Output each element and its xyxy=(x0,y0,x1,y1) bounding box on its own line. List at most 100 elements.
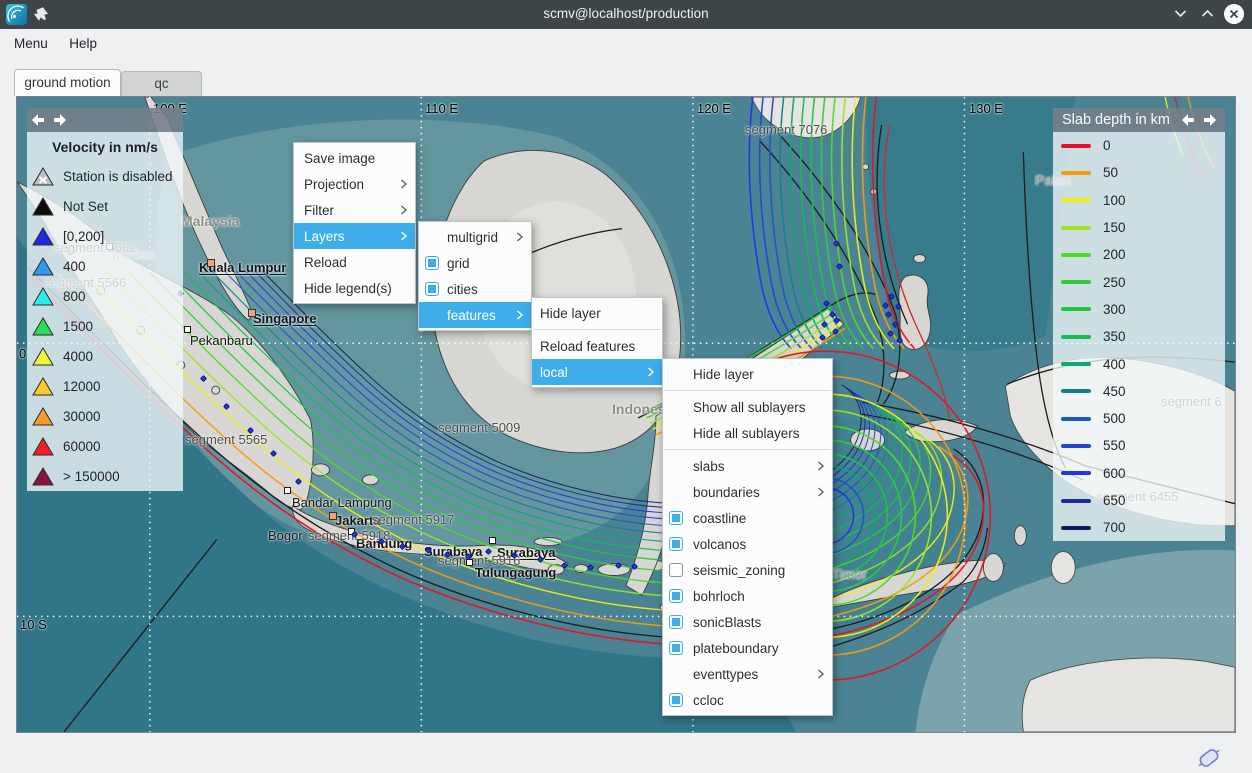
graticule-label-130-e: 130 E xyxy=(969,101,1003,116)
slab-legend-item-250: 250 xyxy=(1053,268,1225,295)
triangle-icon xyxy=(32,167,54,186)
checkbox-icon-checked xyxy=(669,589,683,603)
triangle-icon xyxy=(32,437,54,456)
menu-item-boundaries[interactable]: boundaries xyxy=(663,479,832,505)
station-marker[interactable] xyxy=(489,537,496,544)
station-marker-highlight[interactable] xyxy=(329,512,337,520)
menu-item-hide-layer[interactable]: Hide layer xyxy=(532,300,662,326)
menu-item-features[interactable]: features xyxy=(419,302,531,328)
color-line-icon xyxy=(1061,362,1091,366)
map-label-segment-5565: segment 5565 xyxy=(185,432,267,447)
triangle-icon xyxy=(32,377,54,396)
context-menu-local: Hide layer Show all sublayersHide all sub… xyxy=(662,358,833,716)
volcano-marker xyxy=(885,311,892,318)
velocity-legend-item-station-is-disabled: Station is disabled xyxy=(27,161,183,191)
checkbox-grid[interactable]: grid xyxy=(419,250,531,276)
volcano-marker xyxy=(833,317,840,324)
volcano-marker xyxy=(833,240,840,247)
map-label-segment-5917: segment 5917 xyxy=(372,512,454,527)
menu-separator xyxy=(664,449,831,450)
slab-legend-item-350: 350 xyxy=(1053,323,1225,350)
map-label-bandar-lampung: Bandar Lampung xyxy=(292,495,392,510)
map-label-singapore: Singapore xyxy=(253,311,317,326)
map-tool-icon[interactable] xyxy=(1194,744,1224,772)
checkbox-coastline[interactable]: coastline xyxy=(663,505,832,531)
checkbox-icon-checked xyxy=(669,693,683,707)
menu-item-save-image[interactable]: Save image xyxy=(294,145,415,171)
station-marker[interactable] xyxy=(466,559,473,566)
menu-item-local[interactable]: local xyxy=(532,359,662,385)
velocity-legend-item-1500: 1500 xyxy=(27,311,183,341)
checkbox-plateboundary[interactable]: plateboundary xyxy=(663,635,832,661)
triangle-icon xyxy=(32,227,54,246)
velocity-legend-item-30000: 30000 xyxy=(27,401,183,431)
checkbox-sonicblasts[interactable]: sonicBlasts xyxy=(663,609,832,635)
legend-prev-button[interactable] xyxy=(1177,111,1199,129)
volcano-marker xyxy=(200,375,207,382)
station-marker-highlight[interactable] xyxy=(207,259,215,267)
checkbox-cities[interactable]: cities xyxy=(419,276,531,302)
menu-item-layers[interactable]: Layers xyxy=(294,223,415,249)
map-label-pekanbaru: Pekanbaru xyxy=(190,333,253,348)
slab-legend-item-500: 500 xyxy=(1053,405,1225,432)
color-line-icon xyxy=(1061,171,1091,175)
volcano-marker xyxy=(223,403,230,410)
volcano-marker xyxy=(882,302,889,309)
graticule-label-10-s: 10 S xyxy=(20,617,47,632)
velocity-legend-item-800: 800 xyxy=(27,281,183,311)
triangle-icon xyxy=(32,467,54,486)
triangle-icon xyxy=(32,257,54,276)
menu-item-filter[interactable]: Filter xyxy=(294,197,415,223)
menu-item-hide-legend-s[interactable]: Hide legend(s) xyxy=(294,275,415,301)
color-line-icon xyxy=(1061,226,1091,230)
color-line-icon xyxy=(1061,335,1091,339)
legend-next-button[interactable] xyxy=(49,111,71,129)
legend-prev-button[interactable] xyxy=(27,111,49,129)
velocity-legend-item-150000: > 150000 xyxy=(27,461,183,491)
menu-item-slabs[interactable]: slabs xyxy=(663,453,832,479)
menu-item-multigrid[interactable]: multigrid xyxy=(419,224,531,250)
menu-item-hide-layer[interactable]: Hide layer xyxy=(663,361,832,387)
color-line-icon xyxy=(1061,307,1091,311)
map-label-segment-5916: segment 5916 xyxy=(438,553,520,568)
velocity-legend-item-not-set: Not Set xyxy=(27,191,183,221)
volcano-marker xyxy=(819,334,826,341)
velocity-legend-item-12000: 12000 xyxy=(27,371,183,401)
checkbox-bohrloch[interactable]: bohrloch xyxy=(663,583,832,609)
menu-item-reload[interactable]: Reload xyxy=(294,249,415,275)
station-marker[interactable] xyxy=(184,326,191,333)
checkbox-volcanos[interactable]: volcanos xyxy=(663,531,832,557)
volcano-marker xyxy=(270,450,277,457)
color-line-icon xyxy=(1061,444,1091,448)
station-marker-highlight[interactable] xyxy=(248,309,256,317)
slab-depth-legend: Slab depth in km 05010015020025030035040… xyxy=(1053,108,1225,541)
menu-item-reload-features[interactable]: Reload features xyxy=(532,333,662,359)
color-line-icon xyxy=(1061,389,1091,393)
volcano-marker xyxy=(892,321,899,328)
menu-item-hide-all-sublayers[interactable]: Hide all sublayers xyxy=(663,420,832,446)
checkbox-ccloc[interactable]: ccloc xyxy=(663,687,832,713)
menu-item-show-all-sublayers[interactable]: Show all sublayers xyxy=(663,394,832,420)
legend-next-button[interactable] xyxy=(1199,111,1221,129)
menu-item-projection[interactable]: Projection xyxy=(294,171,415,197)
checkbox-icon-unchecked xyxy=(669,563,683,577)
station-marker[interactable] xyxy=(284,487,291,494)
color-line-icon xyxy=(1061,198,1091,202)
menu-item-eventtypes[interactable]: eventtypes xyxy=(663,661,832,687)
checkbox-icon-checked xyxy=(669,641,683,655)
slab-legend-item-200: 200 xyxy=(1053,241,1225,268)
slab-legend-item-400: 400 xyxy=(1053,350,1225,377)
color-line-icon xyxy=(1061,499,1091,503)
graticule-label-110-e: 110 E xyxy=(425,101,458,116)
slab-legend-item-550: 550 xyxy=(1053,432,1225,459)
map-label-segment-7076: segment 7076 xyxy=(745,122,827,137)
context-menu-map-context: Save imageProjectionFilterLayersReloadHi… xyxy=(293,142,416,304)
velocity-legend: Velocity in nm/s Station is disabledNot … xyxy=(27,108,183,491)
checkbox-icon-checked xyxy=(669,537,683,551)
volcano-marker xyxy=(821,321,828,328)
volcano-marker xyxy=(895,303,902,310)
triangle-icon xyxy=(32,347,54,366)
map-label-malaysia: Malaysia xyxy=(181,213,239,229)
color-line-icon xyxy=(1061,280,1091,284)
checkbox-seismic-zoning[interactable]: seismic_zoning xyxy=(663,557,832,583)
